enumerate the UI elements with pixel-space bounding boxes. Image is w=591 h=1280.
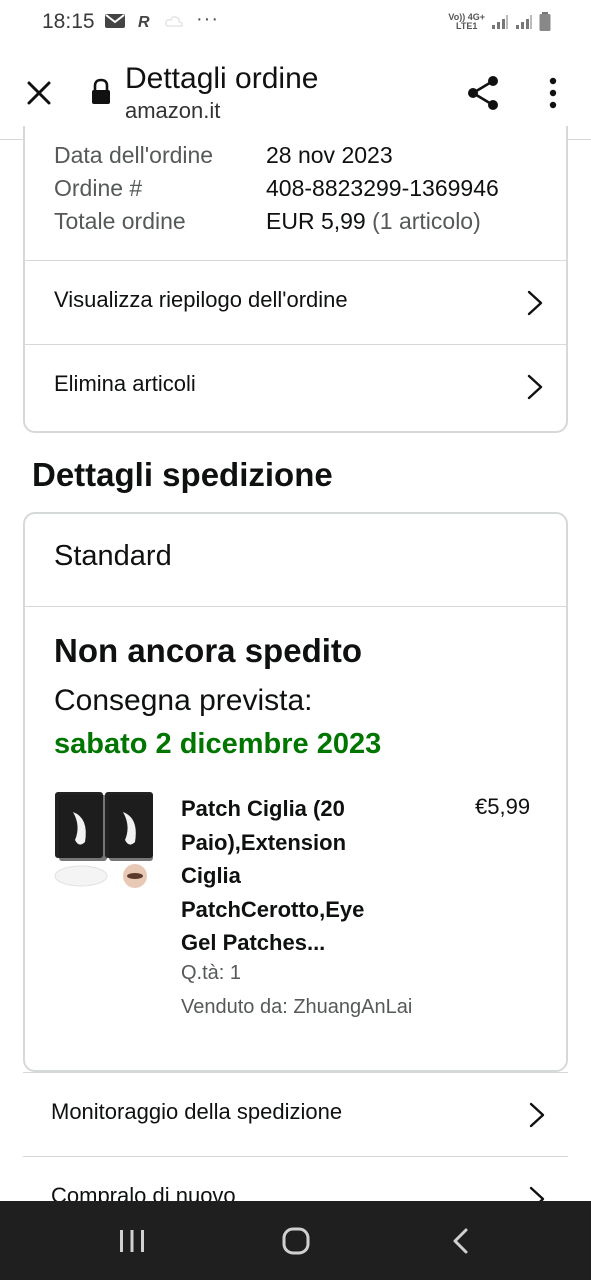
view-order-summary-link[interactable]: Visualizza riepilogo dell'ordine <box>25 260 566 344</box>
cloud-icon <box>165 16 183 27</box>
delivery-estimate-date: sabato 2 dicembre 2023 <box>54 728 382 760</box>
shipping-details-heading: Dettagli spedizione <box>32 456 333 493</box>
mail-icon <box>105 14 125 28</box>
status-time: 18:15 <box>42 10 95 33</box>
product-price: €5,99 <box>475 794 531 819</box>
lock-icon <box>92 78 110 104</box>
close-icon[interactable] <box>22 76 56 110</box>
shipping-method: Standard <box>54 540 172 572</box>
view-order-summary-label: Visualizza riepilogo dell'ordine <box>54 287 348 312</box>
product-title-link[interactable]: Patch Ciglia (20 Paio),Extension Ciglia … <box>181 792 401 960</box>
delete-items-label: Elimina articoli <box>54 371 196 396</box>
order-summary-card: Data dell'ordine 28 nov 2023 Ordine # 40… <box>23 126 568 433</box>
status-notification-icons: R <box>104 12 184 30</box>
signal-icon <box>492 15 508 29</box>
status-right-icons: Vo)) 4G+ LTE1 <box>448 12 551 32</box>
app-notification-icon: R <box>138 14 150 30</box>
product-seller: Venduto da: ZhuangAnLai <box>181 996 413 1018</box>
status-bar: 18:15 R ··· Vo)) 4G+ LTE1 <box>0 0 591 48</box>
share-icon[interactable] <box>464 74 502 112</box>
svg-text:R: R <box>138 14 150 30</box>
page-url: amazon.it <box>125 98 221 123</box>
back-icon[interactable] <box>442 1223 482 1259</box>
order-number-label: Ordine # <box>54 175 143 201</box>
network-type-label: Vo)) 4G+ LTE1 <box>448 12 485 31</box>
order-date-value: 28 nov 2023 <box>266 142 393 168</box>
track-shipment-label: Monitoraggio della spedizione <box>51 1099 343 1124</box>
signal-icon-2 <box>516 15 532 29</box>
page-title: Dettagli ordine <box>125 62 319 95</box>
delivery-estimate-label: Consegna prevista: <box>54 684 313 717</box>
home-icon[interactable] <box>276 1223 316 1259</box>
recent-apps-icon[interactable] <box>112 1223 152 1259</box>
track-shipment-link[interactable]: Monitoraggio della spedizione <box>23 1072 568 1156</box>
shipment-card: Standard Non ancora spedito Consegna pre… <box>23 512 568 1072</box>
product-image[interactable] <box>53 790 157 892</box>
product-quantity: Q.tà: 1 <box>181 962 242 984</box>
divider <box>25 606 566 607</box>
shipment-status: Non ancora spedito <box>54 632 363 669</box>
order-total-label: Totale ordine <box>54 208 186 234</box>
order-total-items: (1 articolo) <box>372 208 481 234</box>
order-total-amount: EUR 5,99 <box>266 208 366 234</box>
battery-icon <box>539 12 551 31</box>
order-number-value: 408-8823299-1369946 <box>266 175 499 201</box>
system-navigation-bar <box>0 1201 591 1280</box>
delete-items-link[interactable]: Elimina articoli <box>25 344 566 428</box>
more-vertical-icon[interactable] <box>538 76 568 110</box>
order-date-label: Data dell'ordine <box>54 142 214 168</box>
chevron-right-icon <box>527 290 543 316</box>
order-total-value: EUR 5,99 (1 articolo) <box>266 208 481 235</box>
chevron-right-icon <box>527 374 543 400</box>
chevron-right-icon <box>529 1102 545 1128</box>
status-more-dots: ··· <box>196 8 219 30</box>
